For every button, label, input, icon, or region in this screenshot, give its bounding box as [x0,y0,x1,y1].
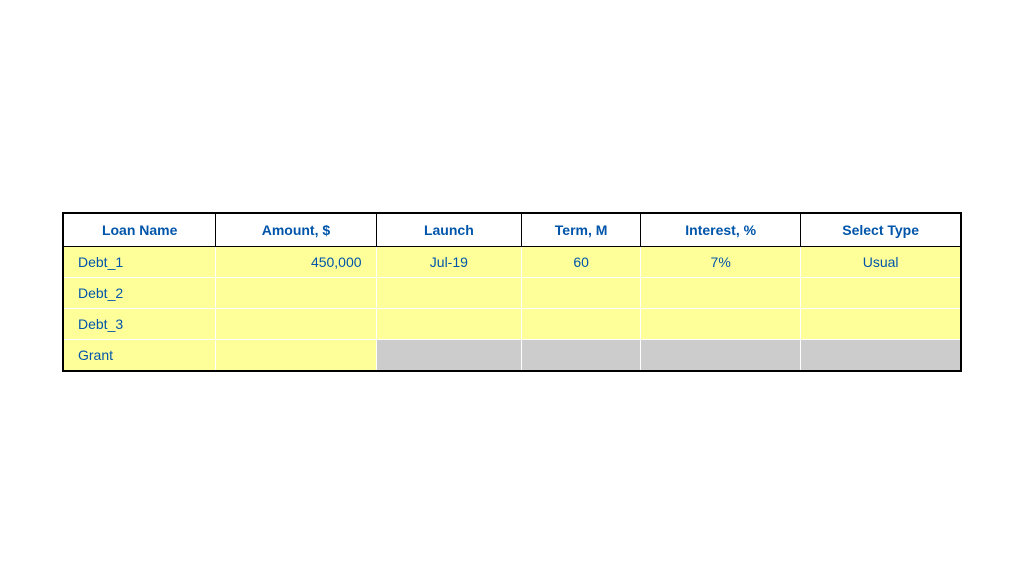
cell-select_type[interactable]: Usual [801,246,961,277]
cell-loan_name[interactable]: Debt_1 [63,246,216,277]
page-wrapper: Loan NameAmount, $LaunchTerm, MInterest,… [62,206,962,372]
cell-launch[interactable]: Jul-19 [376,246,522,277]
cell-amount [216,308,376,339]
cell-term [522,339,641,371]
cell-interest [641,308,801,339]
cell-term[interactable]: 60 [522,246,641,277]
table-row: Debt_3 [63,308,961,339]
cell-loan_name[interactable]: Debt_2 [63,277,216,308]
col-header-select_type: Select Type [801,213,961,247]
col-header-amount: Amount, $ [216,213,376,247]
cell-launch [376,308,522,339]
cell-term [522,308,641,339]
table-row: Debt_1450,000Jul-19607%Usual [63,246,961,277]
cell-launch [376,339,522,371]
table-body: Debt_1450,000Jul-19607%UsualDebt_2Debt_3… [63,246,961,371]
cell-interest[interactable]: 7% [641,246,801,277]
table-row: Debt_2 [63,277,961,308]
cell-loan_name[interactable]: Grant [63,339,216,371]
cell-select_type [801,277,961,308]
col-header-term: Term, M [522,213,641,247]
cell-interest [641,339,801,371]
cell-select_type [801,308,961,339]
cell-term [522,277,641,308]
col-header-launch: Launch [376,213,522,247]
cell-select_type [801,339,961,371]
cell-amount [216,339,376,371]
debt-table: Loan NameAmount, $LaunchTerm, MInterest,… [62,212,962,372]
cell-loan_name[interactable]: Debt_3 [63,308,216,339]
cell-amount[interactable]: 450,000 [216,246,376,277]
header-row: Loan NameAmount, $LaunchTerm, MInterest,… [63,213,961,247]
col-header-interest: Interest, % [641,213,801,247]
table-row: Grant [63,339,961,371]
cell-interest [641,277,801,308]
cell-launch [376,277,522,308]
cell-amount [216,277,376,308]
col-header-loan_name: Loan Name [63,213,216,247]
